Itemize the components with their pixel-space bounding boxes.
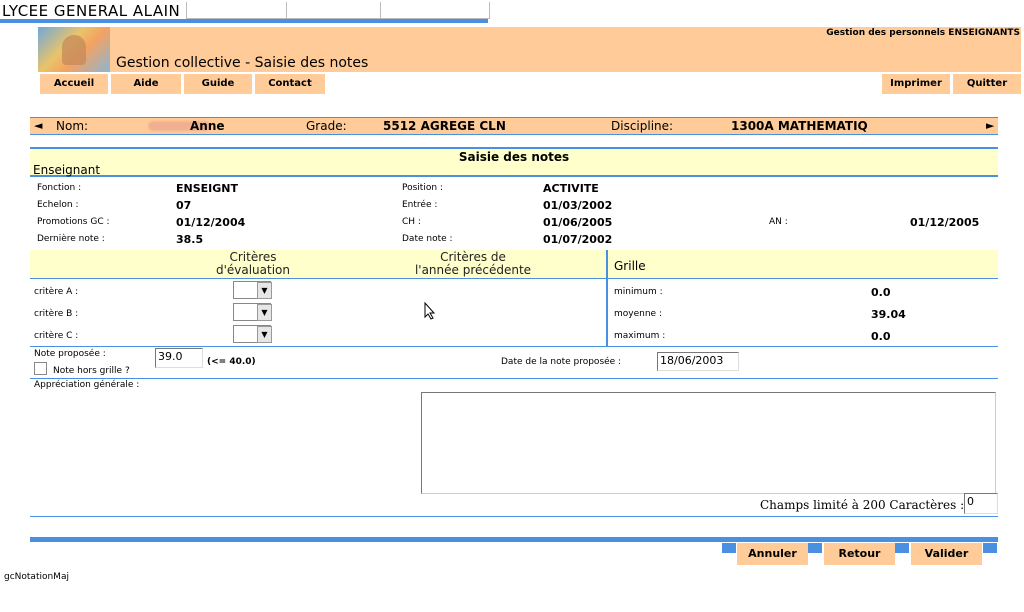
char-limit-label: Champs limité à 200 Caractères :: [760, 498, 965, 512]
back-button[interactable]: Retour: [824, 543, 895, 565]
chevron-down-icon[interactable]: ▼: [257, 282, 272, 299]
section-subtitle: Enseignant: [30, 163, 998, 177]
module-label: Gestion des personnels ENSEIGNANTS: [826, 28, 1020, 38]
header-cell: [286, 2, 381, 19]
school-name: LYCEE GENERAL ALAIN: [2, 2, 181, 20]
nav-contact-button[interactable]: Contact: [255, 74, 325, 94]
footer-tab-decoration: [722, 543, 736, 553]
chevron-down-icon[interactable]: ▼: [257, 326, 272, 343]
date-note-proposee-label: Date de la note proposée :: [501, 357, 622, 367]
grille-moy-label: moyenne :: [614, 309, 662, 319]
char-count-input[interactable]: 0: [964, 493, 998, 514]
echelon-label: Echelon :: [37, 200, 79, 210]
cancel-button[interactable]: Annuler: [737, 543, 808, 565]
appreciation-label: Appréciation générale :: [34, 380, 140, 390]
hors-grille-checkbox[interactable]: [34, 362, 47, 375]
identity-bar: ◄ Nom: Anne Grade: 5512 AGREGE CLN Disci…: [30, 117, 998, 135]
fonction-label: Fonction :: [37, 183, 82, 193]
nav-aide-button[interactable]: Aide: [111, 74, 181, 94]
chevron-down-icon[interactable]: ▼: [257, 304, 272, 321]
position-label: Position :: [402, 183, 443, 193]
criteria-bottom-line: [30, 346, 998, 347]
note-limit-hint: (<= 40.0): [207, 357, 256, 367]
grille-max-label: maximum :: [614, 331, 666, 341]
header-cell: [380, 2, 490, 19]
an-label: AN :: [769, 217, 788, 227]
promotions-value: 01/12/2004: [176, 216, 246, 229]
quit-button[interactable]: Quitter: [953, 74, 1021, 94]
criteria-prev-header-line2: l'année précédente: [414, 263, 532, 277]
footer-tab-decoration: [983, 543, 997, 553]
appreciation-bottom-line: [30, 516, 998, 517]
ch-value: 01/06/2005: [543, 216, 613, 229]
ch-label: CH :: [402, 217, 421, 227]
grille-max-value: 0.0: [871, 330, 891, 343]
entree-value: 01/03/2002: [543, 199, 613, 212]
echelon-value: 07: [176, 199, 192, 212]
an-value: 01/12/2005: [910, 216, 980, 229]
date-note-label: Date note :: [402, 234, 453, 244]
nav-accueil-button[interactable]: Accueil: [40, 74, 108, 94]
note-proposee-label: Note proposée :: [34, 349, 106, 359]
appreciation-textarea[interactable]: [421, 392, 996, 494]
critere-b-label: critère B :: [34, 309, 79, 319]
logo-image: [38, 27, 110, 72]
footer-divider: [30, 537, 998, 542]
hors-grille-label: Note hors grille ?: [53, 366, 130, 376]
footer-tab-decoration: [808, 543, 822, 553]
header-cell: [186, 2, 287, 19]
criteria-prev-header: Critères de l'année précédente: [405, 251, 541, 277]
position-value: ACTIVITE: [543, 182, 599, 195]
nom-value: Anne: [190, 119, 225, 133]
grille-title: Grille: [614, 259, 646, 273]
promotions-label: Promotions GC :: [37, 217, 110, 227]
grille-min-label: minimum :: [614, 287, 663, 297]
nom-label: Nom:: [56, 119, 89, 133]
mouse-cursor-icon: [424, 302, 436, 320]
critere-c-label: critère C :: [34, 331, 79, 341]
prev-arrow-icon[interactable]: ◄: [34, 119, 42, 132]
discipline-value: 1300A MATHEMATIQ: [731, 119, 868, 133]
criteria-eval-header: Critères d'évaluation: [200, 251, 306, 277]
date-note-proposee-input[interactable]: 18/06/2003: [657, 352, 739, 371]
derniere-note-label: Dernière note :: [37, 234, 105, 244]
footer-tab-decoration: [895, 543, 909, 553]
note-proposee-input[interactable]: 39.0: [155, 348, 203, 368]
top-divider: [0, 19, 488, 23]
page-id-label: gcNotationMaj: [4, 572, 69, 582]
page-title: Gestion collective - Saisie des notes: [116, 55, 369, 71]
grade-value: 5512 AGREGE CLN: [383, 119, 506, 133]
derniere-note-value: 38.5: [176, 233, 204, 246]
criteria-eval-header-line2: d'évaluation: [215, 263, 291, 277]
discipline-label: Discipline:: [611, 119, 674, 133]
grille-moy-value: 39.04: [871, 308, 906, 321]
date-note-value: 01/07/2002: [543, 233, 613, 246]
grade-label: Grade:: [306, 119, 347, 133]
critere-a-label: critère A :: [34, 287, 79, 297]
validate-button[interactable]: Valider: [911, 543, 982, 565]
nav-guide-button[interactable]: Guide: [184, 74, 252, 94]
next-arrow-icon[interactable]: ►: [986, 119, 994, 132]
fonction-value: ENSEIGNT: [176, 182, 238, 195]
criteria-separator: [606, 250, 608, 346]
note-bottom-line: [30, 378, 998, 379]
grille-min-value: 0.0: [871, 286, 891, 299]
entree-label: Entrée :: [402, 200, 438, 210]
print-button[interactable]: Imprimer: [882, 74, 950, 94]
